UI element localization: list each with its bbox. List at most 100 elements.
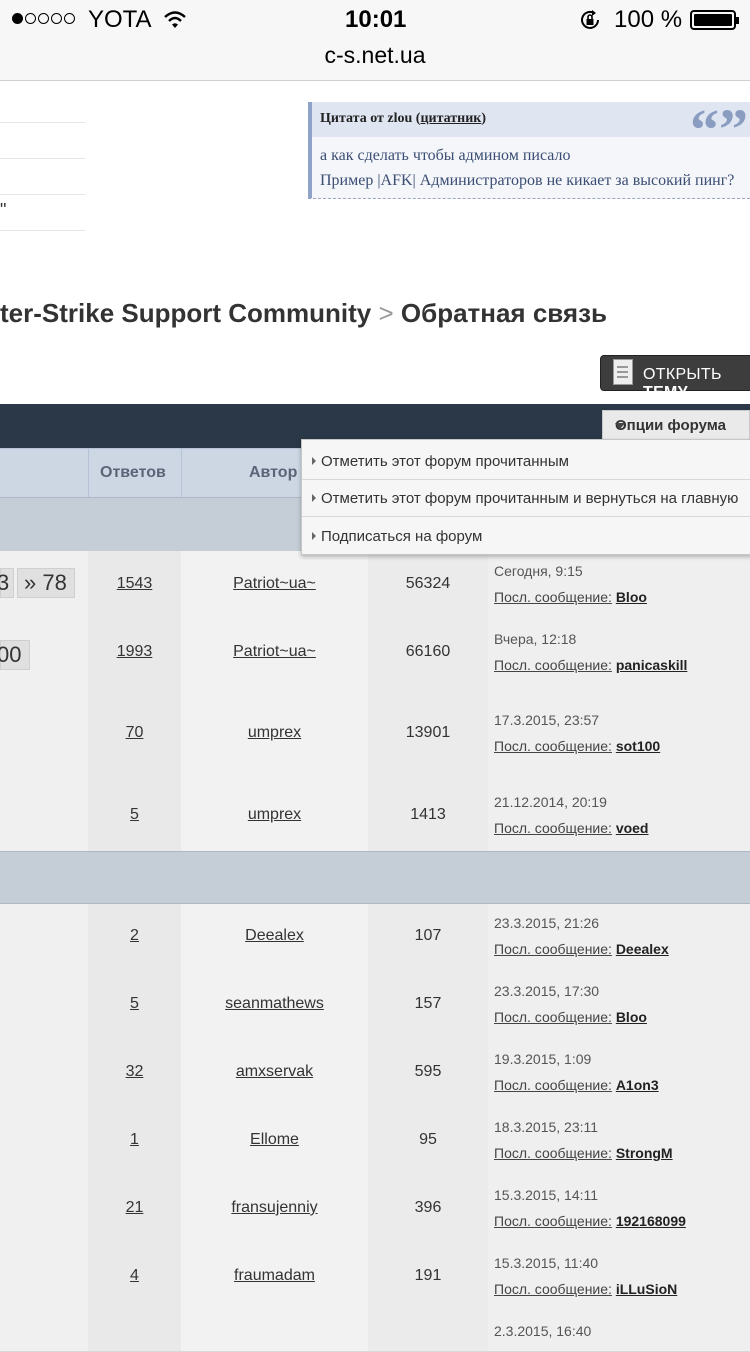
last-post-link[interactable]: Посл. сообщение: — [494, 589, 612, 605]
divider — [0, 122, 85, 123]
battery-percent: 100 % — [614, 6, 683, 33]
author-cell: umprex — [181, 781, 368, 851]
last-post-user[interactable]: panicaskill — [616, 657, 688, 673]
replies-cell: 5 — [88, 781, 181, 851]
status-bar: YOTA 10:01 100 % — [0, 0, 750, 40]
last-post-user[interactable]: Bloo — [616, 1009, 647, 1025]
author-link[interactable]: Ellome — [181, 1131, 368, 1149]
table-row: 5 seanmathews 157 23.3.2015, 17:30 Посл. соо… — [0, 971, 750, 1040]
last-post-link[interactable]: Посл. сообщение: — [494, 1009, 612, 1025]
replies-cell: 2 — [88, 903, 181, 971]
last-post-cell: 23.3.2015, 17:30 Посл. сообщение: Bloo — [488, 971, 750, 1039]
last-post-date: 23.3.2015, 21:26 — [494, 915, 600, 931]
author-link[interactable]: amxservak — [181, 1063, 368, 1081]
last-post-user[interactable]: Deealex — [616, 941, 669, 957]
author-link[interactable]: fraumadam — [181, 1267, 368, 1285]
author-link[interactable]: Deealex — [181, 927, 368, 945]
last-post-date: 18.3.2015, 23:11 — [494, 1119, 599, 1135]
last-post-user[interactable]: 192168099 — [616, 1213, 686, 1229]
last-post-date: 17.3.2015, 23:57 — [494, 712, 600, 728]
last-post-link[interactable]: Посл. сообщение: — [494, 941, 612, 957]
replies-link[interactable]: 32 — [88, 1063, 181, 1081]
replies-link[interactable]: 70 — [88, 724, 181, 742]
last-post-cell: 23.3.2015, 21:26 Посл. сообщение: Deealex — [488, 903, 750, 971]
topic-cell — [0, 1107, 88, 1175]
last-post-user[interactable]: StrongM — [616, 1145, 673, 1161]
last-post-date: 15.3.2015, 14:11 — [494, 1187, 599, 1203]
table-row: 1993 Patriot~ua~ 66160 Вчера, 12:18 Посл. со… — [0, 619, 750, 688]
views-cell: 107 — [368, 903, 488, 971]
replies-link[interactable]: 5 — [88, 995, 181, 1013]
breadcrumb-parent[interactable]: ter-Strike Support Community — [0, 298, 371, 328]
views-cell: 157 — [368, 971, 488, 1039]
random-quote-box: Цитата от zlou (цитатник) “” а как сдела… — [308, 97, 750, 199]
last-post-user[interactable]: voed — [616, 820, 649, 836]
divider — [0, 158, 85, 159]
page-link[interactable]: 00 — [0, 640, 30, 670]
topic-cell — [0, 971, 88, 1039]
last-post-info: Посл. сообщение: panicaskill — [494, 657, 687, 673]
last-post-user[interactable]: iLLuSioN — [616, 1281, 677, 1297]
last-post-info: Посл. сообщение: voed — [494, 820, 649, 836]
replies-link[interactable]: 21 — [88, 1199, 181, 1217]
last-post-cell: Сегодня, 9:15 Посл. сообщение: Bloo — [488, 551, 750, 619]
views-cell: 1413 — [368, 781, 488, 851]
last-post-info: Посл. сообщение: Bloo — [494, 1009, 647, 1025]
author-cell: umprex — [181, 687, 368, 781]
table-row: 5 umprex 1413 21.12.2014, 20:19 Посл. сообще… — [0, 781, 750, 852]
section-header — [0, 851, 750, 904]
replies-cell: 4 — [88, 1243, 181, 1311]
author-cell: seanmathews — [181, 971, 368, 1039]
views-count: 66160 — [405, 643, 451, 660]
page-link[interactable]: 3 — [0, 568, 14, 598]
menu-item-mark-read[interactable]: Отметить этот форум прочитанным — [302, 442, 750, 480]
last-post-link[interactable]: Посл. сообщение: — [494, 1145, 612, 1161]
last-post-link[interactable]: Посл. сообщение: — [494, 657, 612, 673]
author-link[interactable]: umprex — [181, 724, 368, 742]
address-bar[interactable]: c-s.net.ua — [0, 40, 750, 81]
replies-cell — [88, 1311, 181, 1351]
forum-options-label: Опции форума — [615, 417, 726, 434]
column-divider — [181, 449, 182, 497]
menu-item-subscribe[interactable]: Подписаться на форум — [302, 517, 750, 554]
last-post-cell: 18.3.2015, 23:11 Посл. сообщение: StrongM — [488, 1107, 750, 1175]
author-link[interactable]: fransujenniy — [181, 1199, 368, 1217]
last-post-user[interactable]: A1on3 — [616, 1077, 659, 1093]
author-link[interactable]: umprex — [181, 806, 368, 824]
last-post-date: Вчера, 12:18 — [494, 631, 577, 647]
replies-link[interactable]: 2 — [88, 927, 181, 945]
column-header-author[interactable]: Автор — [249, 464, 297, 482]
breadcrumb: ter-Strike Support Community > Обратная … — [0, 298, 607, 329]
column-header-replies[interactable]: Ответов — [100, 464, 166, 482]
last-post-link[interactable]: Посл. сообщение: — [494, 1213, 612, 1229]
last-post-user[interactable]: sot100 — [616, 738, 660, 754]
author-link[interactable]: Patriot~ua~ — [181, 575, 368, 593]
last-post-link[interactable]: Посл. сообщение: — [494, 820, 612, 836]
page-link-last[interactable]: » 78 — [17, 568, 75, 598]
truncated-text: " — [0, 200, 7, 220]
forum-options-menu: Отметить этот форум прочитанным Отметить… — [301, 439, 750, 555]
topic-cell — [0, 1039, 88, 1107]
replies-link[interactable]: 1543 — [88, 575, 181, 593]
author-link[interactable]: Patriot~ua~ — [181, 643, 368, 661]
signal-strength-icon — [12, 11, 77, 29]
replies-link[interactable]: 1 — [88, 1131, 181, 1149]
replies-link[interactable]: 4 — [88, 1267, 181, 1285]
open-topic-button[interactable]: ОТКРЫТЬ ТЕМУ — [600, 355, 750, 401]
author-link[interactable]: seanmathews — [181, 995, 368, 1013]
forum-options-button[interactable]: Опции форума — [602, 410, 750, 440]
last-post-info: Посл. сообщение: StrongM — [494, 1145, 673, 1161]
last-post-link[interactable]: Посл. сообщение: — [494, 738, 612, 754]
quote-book-link[interactable]: цитатник — [420, 111, 481, 126]
last-post-cell: 2.3.2015, 16:40 — [488, 1311, 750, 1351]
last-post-user[interactable]: Bloo — [616, 589, 647, 605]
replies-link[interactable]: 1993 — [88, 643, 181, 661]
last-post-link[interactable]: Посл. сообщение: — [494, 1077, 612, 1093]
divider — [0, 230, 85, 231]
last-post-info: Посл. сообщение: Deealex — [494, 941, 669, 957]
views-count: 396 — [414, 1199, 442, 1216]
menu-item-mark-read-return[interactable]: Отметить этот форум прочитанным и вернут… — [302, 479, 750, 517]
views-count: 191 — [414, 1267, 442, 1284]
last-post-link[interactable]: Посл. сообщение: — [494, 1281, 612, 1297]
replies-link[interactable]: 5 — [88, 806, 181, 824]
